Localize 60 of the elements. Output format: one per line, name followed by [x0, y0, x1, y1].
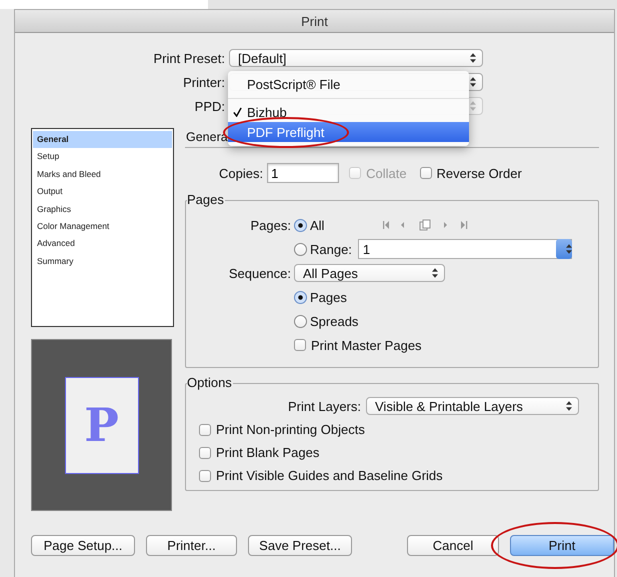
checkbox-label: Print Master Pages	[311, 338, 422, 352]
checkbox-label: Print Visible Guides and Baseline Grids	[216, 468, 443, 483]
group-title: Pages	[187, 192, 225, 208]
updown-arrows-icon	[470, 77, 476, 87]
radio-label: Spreads	[310, 314, 358, 328]
print-preset-popup[interactable]: [Default]	[229, 49, 483, 67]
button[interactable]: Printer...	[146, 535, 237, 556]
radio-button[interactable]	[294, 242, 307, 256]
radio-label: Pages	[310, 290, 347, 304]
checkbox-label: Collate	[366, 166, 407, 180]
updown-arrows-icon	[566, 401, 572, 411]
field-label: Pages:	[250, 218, 291, 232]
updown-arrows-icon	[470, 101, 476, 111]
checkbox[interactable]	[199, 446, 211, 458]
checkbox-label: Print Non-printing Objects	[216, 422, 365, 437]
checkbox-label: Print Blank Pages	[216, 445, 320, 460]
field-label: Print Layers:	[288, 398, 361, 414]
updown-arrows-icon	[432, 268, 438, 278]
group-title: Options	[187, 375, 233, 391]
button[interactable]: Save Preset...	[248, 535, 352, 556]
radio-button[interactable]	[294, 290, 307, 304]
sidebar-item[interactable]: Marks and Bleed	[33, 166, 172, 184]
checkbox[interactable]	[420, 167, 432, 179]
radio-button[interactable]	[294, 314, 307, 328]
checkbox[interactable]	[294, 339, 306, 351]
menu-item[interactable]: PostScript® File	[228, 74, 469, 94]
sidebar-item[interactable]: Color Management	[33, 218, 172, 236]
sidebar-item[interactable]: Graphics	[33, 200, 172, 218]
sidebar-item[interactable]: General	[33, 131, 172, 148]
checkbox-label: Reverse Order	[436, 166, 522, 180]
print-layers-popup[interactable]: Visible & Printable Layers	[366, 397, 579, 415]
stepper-icon[interactable]	[556, 239, 572, 259]
window-title: Print	[301, 14, 328, 28]
button[interactable]: Page Setup...	[31, 535, 135, 556]
updown-arrows-icon	[566, 244, 572, 254]
menu-item[interactable]: Bizhub	[228, 102, 469, 122]
sidebar-item[interactable]: Summary	[33, 252, 172, 270]
range-field[interactable]: 1	[358, 239, 572, 259]
radio-button[interactable]	[294, 218, 307, 232]
checkmark-icon	[233, 107, 242, 117]
copies-field[interactable]: 1	[267, 163, 340, 183]
sequence-popup[interactable]: All Pages	[294, 264, 445, 282]
button[interactable]: Cancel	[407, 535, 499, 556]
menu-item[interactable]: PDF Preflight	[228, 122, 469, 142]
sidebar-item[interactable]: Setup	[33, 148, 172, 166]
sidebar-item[interactable]: Advanced	[33, 235, 172, 253]
updown-arrows-icon	[470, 53, 476, 63]
field-label: Copies:	[219, 166, 264, 180]
preview-letter: P	[84, 402, 119, 448]
field-label: Print Preset:	[152, 50, 225, 66]
field-label: Sequence:	[228, 266, 291, 280]
radio-label: Range:	[310, 242, 352, 256]
field-label: PPD:	[194, 98, 225, 114]
checkbox[interactable]	[199, 470, 211, 482]
field-label: Printer:	[182, 74, 225, 90]
button[interactable]: Print	[510, 535, 614, 556]
checkbox[interactable]	[199, 424, 211, 436]
sidebar-item[interactable]: Output	[33, 183, 172, 201]
radio-label: All	[310, 218, 324, 232]
section-heading: Genera	[185, 130, 228, 146]
